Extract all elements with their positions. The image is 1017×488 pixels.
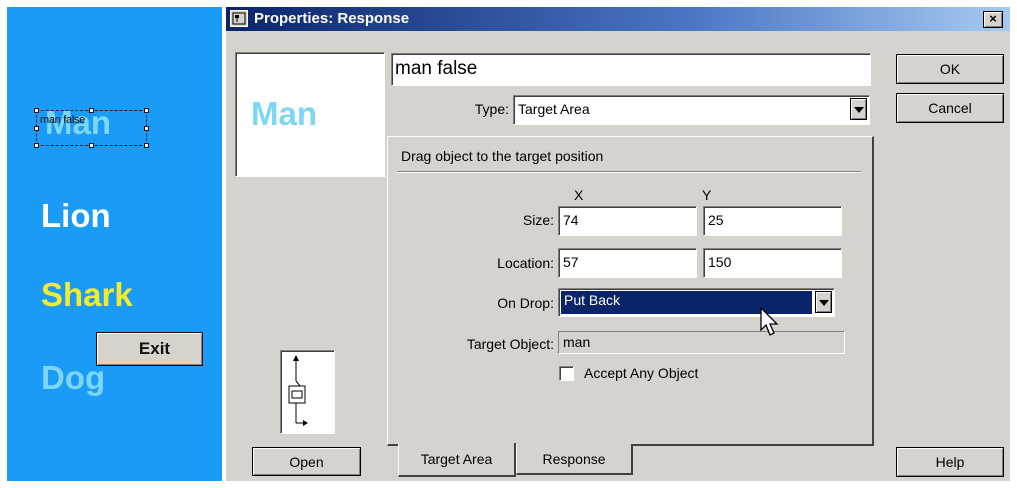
resize-handle[interactable] — [34, 143, 39, 148]
help-button[interactable]: Help — [896, 447, 1004, 477]
divider — [397, 171, 861, 173]
properties-icon — [230, 10, 248, 27]
target-object-field: man — [558, 331, 845, 354]
target-area-label: man false — [40, 114, 85, 126]
preview-panel: Man — [235, 52, 385, 177]
chevron-down-icon[interactable] — [850, 98, 867, 120]
target-object-label: Target Object: — [466, 336, 554, 352]
type-select[interactable]: Target Area — [513, 95, 870, 125]
dialog-title: Properties: Response — [254, 10, 410, 27]
on-drop-label: On Drop: — [497, 295, 554, 311]
resize-handle[interactable] — [89, 108, 94, 113]
panel-header: Drag object to the target position — [401, 148, 604, 164]
mouse-cursor-icon — [760, 307, 779, 336]
on-drop-value: Put Back — [564, 292, 621, 308]
properties-dialog: Properties: Response × Man Open man fals… — [226, 7, 1010, 481]
tab-target-area[interactable]: Target Area — [398, 443, 516, 477]
title-bar[interactable]: Properties: Response × — [226, 7, 1010, 31]
location-label: Location: — [497, 255, 554, 271]
accept-any-object-checkbox[interactable] — [559, 366, 574, 381]
ok-button[interactable]: OK — [896, 54, 1004, 84]
type-value: Target Area — [518, 101, 590, 117]
x-column-header: X — [574, 187, 584, 203]
exit-button[interactable]: Exit — [96, 332, 203, 366]
chevron-down-icon[interactable] — [815, 291, 832, 313]
y-column-header: Y — [702, 187, 712, 203]
tab-response[interactable]: Response — [516, 444, 633, 475]
resize-handle[interactable] — [34, 108, 39, 113]
resize-handle[interactable] — [144, 126, 149, 131]
location-y-input[interactable]: 150 — [703, 248, 842, 278]
open-button[interactable]: Open — [252, 447, 361, 476]
lion-word[interactable]: Lion — [41, 199, 111, 232]
accept-any-object-label[interactable]: Accept Any Object — [584, 365, 698, 381]
location-x-value: 57 — [563, 254, 579, 270]
flow-diagram-icon — [280, 350, 335, 434]
resize-handle[interactable] — [144, 108, 149, 113]
location-y-value: 150 — [708, 254, 732, 270]
target-area-selection[interactable]: man false — [34, 108, 149, 148]
size-y-input[interactable]: 25 — [703, 206, 842, 236]
size-x-value: 74 — [563, 212, 579, 228]
type-label: Type: — [474, 101, 509, 117]
resize-handle[interactable] — [89, 143, 94, 148]
on-drop-select[interactable]: Put Back — [558, 288, 835, 317]
close-button[interactable]: × — [983, 11, 1003, 28]
cancel-button[interactable]: Cancel — [896, 93, 1004, 123]
shark-word[interactable]: Shark — [41, 278, 133, 311]
size-x-input[interactable]: 74 — [558, 206, 697, 236]
size-y-value: 25 — [708, 212, 724, 228]
preview-word: Man — [251, 95, 317, 132]
stage-canvas: Man man false Lion Shark Dog Exit — [7, 7, 222, 481]
location-x-input[interactable]: 57 — [558, 248, 697, 278]
target-object-value: man — [563, 334, 591, 350]
response-name-value: man false — [395, 58, 478, 79]
resize-handle[interactable] — [144, 143, 149, 148]
resize-handle[interactable] — [34, 126, 39, 131]
size-label: Size: — [522, 212, 554, 228]
close-icon: × — [989, 11, 997, 26]
response-name-field[interactable]: man false — [391, 53, 871, 86]
